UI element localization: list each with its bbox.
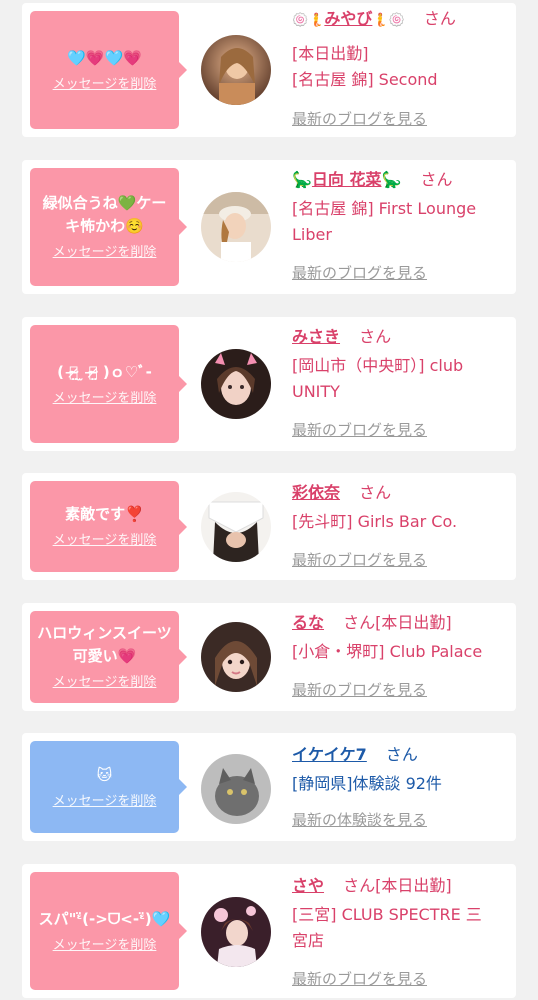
avatar[interactable] — [201, 192, 271, 262]
name-row: みさき さん — [292, 325, 510, 349]
message-text: 素敵です❣️ — [65, 505, 144, 523]
message-bubble: スパ"ᵋ̈(->ᗜ<-ᵋ̈)🩵 メッセージを削除 — [30, 872, 187, 990]
info-line: [三宮] CLUB SPECTRE 三 — [292, 905, 482, 924]
name-prefix-decoration: 🦕 — [292, 170, 312, 189]
avatar[interactable] — [201, 754, 271, 824]
info-line: [岡山市（中央町）] club — [292, 356, 464, 375]
list-item: 素敵です❣️ メッセージを削除 彩依奈 さん [先斗町] Girls Bar C… — [22, 473, 516, 580]
honorific: さん — [385, 745, 418, 764]
cast-name-link[interactable]: 日向 花菜 — [312, 170, 382, 189]
honorific: さん — [359, 327, 392, 346]
info-line: [名古屋 錦] First Lounge — [292, 199, 477, 218]
message-bubble: 🐱 メッセージを削除 — [30, 741, 187, 833]
avatar-photo — [201, 897, 271, 967]
message-text: 🐱 — [96, 765, 113, 784]
list-item: 🩵💗🩵💗 メッセージを削除 🍥🧜みやび🧜🍥 さん [本日出勤] [名古屋 錦] … — [22, 3, 516, 137]
list-item: 🐱 メッセージを削除 イケイケ7 さん [静岡県]体験談 92件 最新の体験談を… — [22, 733, 516, 841]
delete-message-link[interactable]: メッセージを削除 — [53, 674, 157, 692]
delete-message-link[interactable]: メッセージを削除 — [53, 532, 157, 550]
latest-blog-link[interactable]: 最新のブログを見る — [292, 419, 427, 441]
latest-review-link[interactable]: 最新の体験談を見る — [292, 809, 427, 831]
profile-info: 🍥🧜みやび🧜🍥 さん [本日出勤] [名古屋 錦] Second 最新のブログを… — [292, 7, 510, 128]
message-bubble: 🩵💗🩵💗 メッセージを削除 — [30, 11, 187, 129]
list-item: 緑似合うね💚ケーキ怖かわ☺️ メッセージを削除 🦕日向 花菜🦕 さん [名古屋 … — [22, 160, 516, 294]
avatar[interactable] — [201, 349, 271, 419]
delete-message-link[interactable]: メッセージを削除 — [53, 76, 157, 94]
name-prefix-decoration: 🍥🧜 — [292, 13, 325, 28]
working-today-badge: [本日出勤] — [375, 613, 452, 632]
name-row: るな さん[本日出勤] — [292, 611, 510, 635]
cast-name-link[interactable]: さや — [292, 876, 324, 895]
latest-blog-link[interactable]: 最新のブログを見る — [292, 549, 427, 571]
info-line: [本日出勤] — [292, 44, 369, 63]
delete-message-link[interactable]: メッセージを削除 — [53, 937, 157, 955]
latest-blog-link[interactable]: 最新のブログを見る — [292, 968, 427, 990]
avatar[interactable] — [201, 622, 271, 692]
honorific: さん — [343, 876, 376, 895]
message-list: 🩵💗🩵💗 メッセージを削除 🍥🧜みやび🧜🍥 さん [本日出勤] [名古屋 錦] … — [0, 0, 538, 1000]
profile-info: 彩依奈 さん [先斗町] Girls Bar Co. 最新のブログを見る — [292, 481, 510, 569]
info-line: 宮店 — [292, 931, 325, 950]
avatar-photo — [201, 492, 271, 562]
info-line: [小倉・堺町] Club Palace — [292, 642, 483, 661]
info-line: [名古屋 錦] Second — [292, 70, 438, 89]
reviewer-name-link[interactable]: イケイケ7 — [292, 745, 367, 764]
name-row: イケイケ7 さん — [292, 743, 510, 767]
delete-message-link[interactable]: メッセージを削除 — [53, 793, 157, 811]
message-bubble: 素敵です❣️ メッセージを削除 — [30, 481, 187, 572]
cast-name-link[interactable]: みやび — [324, 9, 372, 28]
avatar-photo — [201, 349, 271, 419]
avatar-photo — [201, 35, 271, 105]
cast-name-link[interactable]: 彩依奈 — [292, 483, 340, 502]
name-row: さや さん[本日出勤] — [292, 874, 510, 898]
name-suffix-decoration: 🦕 — [381, 170, 402, 189]
avatar-photo — [201, 622, 271, 692]
avatar-photo — [201, 192, 271, 262]
avatar[interactable] — [201, 35, 271, 105]
latest-blog-link[interactable]: 最新のブログを見る — [292, 262, 427, 284]
message-bubble: 緑似合うね💚ケーキ怖かわ☺️ メッセージを削除 — [30, 168, 187, 286]
honorific: さん — [423, 9, 456, 28]
cast-name-link[interactable]: るな — [292, 613, 324, 632]
message-bubble: ハロウィンスイーツ可愛い💗 メッセージを削除 — [30, 611, 187, 703]
latest-blog-link[interactable]: 最新のブログを見る — [292, 679, 427, 701]
name-row: 🦕日向 花菜🦕 さん — [292, 168, 510, 192]
honorific: さん — [343, 613, 376, 632]
avatar-photo — [201, 754, 271, 824]
message-text: スパ"ᵋ̈(->ᗜ<-ᵋ̈)🩵 — [38, 909, 171, 928]
avatar[interactable] — [201, 492, 271, 562]
honorific: さん — [420, 170, 453, 189]
name-row: 🍥🧜みやび🧜🍥 さん — [292, 7, 510, 33]
profile-info: みさき さん [岡山市（中央町）] club UNITY 最新のブログを見る — [292, 325, 510, 439]
list-item: ( ｏ̴̶̷̤ ̫ ｏ̴̶̷̤ )ｏ♡ﾞ- メッセージを削除 みさき さん [岡… — [22, 317, 516, 451]
working-today-badge: [本日出勤] — [375, 876, 452, 895]
list-item: ハロウィンスイーツ可愛い💗 メッセージを削除 るな さん[本日出勤] [小倉・堺… — [22, 603, 516, 711]
message-bubble: ( ｏ̴̶̷̤ ̫ ｏ̴̶̷̤ )ｏ♡ﾞ- メッセージを削除 — [30, 325, 187, 443]
info-line: [静岡県]体験談 92件 — [292, 774, 442, 793]
name-suffix-decoration: 🧜🍥 — [372, 13, 405, 28]
cast-name-link[interactable]: みさき — [292, 327, 340, 346]
honorific: さん — [359, 483, 392, 502]
name-row: 彩依奈 さん — [292, 481, 510, 505]
info-line: [先斗町] Girls Bar Co. — [292, 512, 458, 531]
info-line: UNITY — [292, 382, 340, 401]
profile-info: イケイケ7 さん [静岡県]体験談 92件 最新の体験談を見る — [292, 743, 510, 829]
message-text: ( ｏ̴̶̷̤ ̫ ｏ̴̶̷̤ )ｏ♡ﾞ- — [57, 362, 152, 381]
message-text: 🩵💗🩵💗 — [67, 48, 142, 67]
profile-info: さや さん[本日出勤] [三宮] CLUB SPECTRE 三 宮店 最新のブロ… — [292, 874, 510, 988]
message-text: ハロウィンスイーツ可愛い💗 — [37, 624, 172, 665]
profile-info: るな さん[本日出勤] [小倉・堺町] Club Palace 最新のブログを見… — [292, 611, 510, 699]
list-item: スパ"ᵋ̈(->ᗜ<-ᵋ̈)🩵 メッセージを削除 さや さん[本日出勤] [三宮… — [22, 864, 516, 998]
delete-message-link[interactable]: メッセージを削除 — [53, 244, 157, 262]
latest-blog-link[interactable]: 最新のブログを見る — [292, 108, 427, 130]
info-line: Liber — [292, 225, 332, 244]
message-text: 緑似合うね💚ケーキ怖かわ☺️ — [42, 194, 167, 235]
delete-message-link[interactable]: メッセージを削除 — [53, 390, 157, 408]
avatar[interactable] — [201, 897, 271, 967]
profile-info: 🦕日向 花菜🦕 さん [名古屋 錦] First Lounge Liber 最新… — [292, 168, 510, 282]
